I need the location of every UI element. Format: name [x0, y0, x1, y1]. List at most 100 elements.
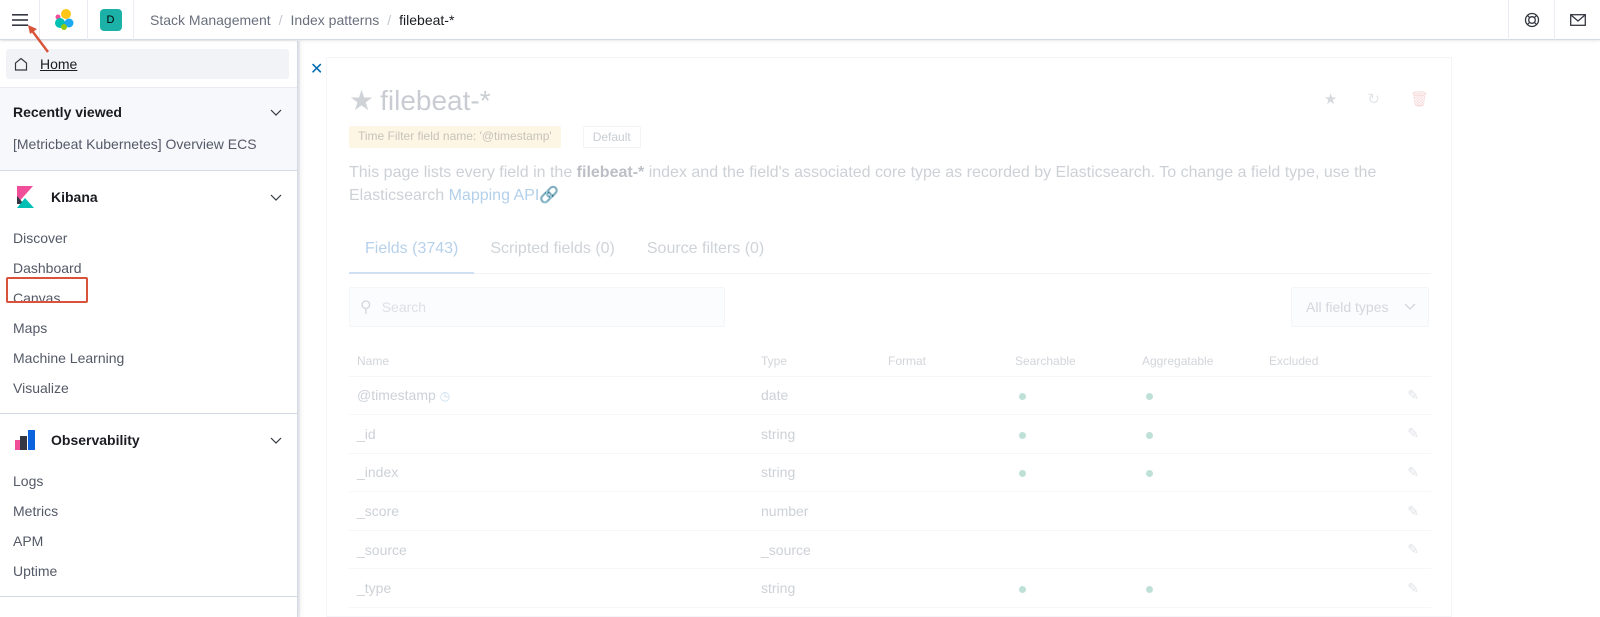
tabs: Fields (3743) Scripted fields (0) Source… [349, 240, 1431, 274]
space-selector[interactable]: D [88, 0, 134, 40]
set-default-button[interactable]: ★ [1324, 90, 1337, 108]
searchable-indicator-icon [1019, 431, 1026, 439]
breadcrumb-stack-management[interactable]: Stack Management [150, 12, 271, 28]
nav-apm[interactable]: APM [0, 526, 297, 556]
field-searchable [1007, 568, 1134, 609]
edit-pencil-icon[interactable]: ✎ [1407, 425, 1419, 441]
nav-machine-learning[interactable]: Machine Learning [0, 343, 297, 373]
edit-pencil-icon[interactable]: ✎ [1407, 464, 1419, 480]
field-searchable [1007, 376, 1134, 416]
observability-toggle[interactable]: Observability [0, 414, 297, 466]
nav-metrics[interactable]: Metrics [0, 496, 297, 526]
page-title: ★ filebeat-* [349, 84, 491, 117]
edit-pencil-icon[interactable]: ✎ [1407, 387, 1419, 403]
recently-viewed-section: Recently viewed [Metricbeat Kubernetes] … [0, 87, 297, 171]
field-name-cell: _score [349, 491, 753, 531]
table-header-row: Name Type Format Searchable Aggregatable… [349, 346, 1431, 377]
breadcrumb-separator: / [278, 11, 283, 28]
field-name: _source [357, 541, 407, 558]
field-type: string [753, 568, 880, 609]
field-type: string [753, 453, 880, 493]
field-format [880, 491, 1007, 531]
field-format [880, 414, 1007, 454]
mapping-api-link[interactable]: Mapping API🔗 [449, 187, 560, 204]
field-type-value: All field types [1306, 299, 1389, 315]
refresh-fields-button[interactable]: ↻ [1367, 90, 1380, 108]
section-title: Recently viewed [13, 104, 122, 120]
col-name[interactable]: Name [349, 346, 753, 377]
field-name-cell: _index [349, 453, 753, 493]
aggregatable-indicator-icon [1146, 431, 1153, 439]
observability-section: Observability Logs Metrics APM Uptime [0, 414, 297, 597]
kibana-toggle[interactable]: Kibana [0, 171, 297, 223]
field-format [880, 568, 1007, 609]
tab-fields[interactable]: Fields (3743) [349, 240, 475, 274]
col-type[interactable]: Type [753, 346, 880, 377]
breadcrumb: Stack Management / Index patterns / file… [134, 12, 1508, 28]
table-row: _source _source ✎ [349, 530, 1431, 570]
title-actions: ★ ↻ 🗑 [1324, 90, 1429, 108]
field-type-select[interactable]: All field types [1291, 287, 1429, 327]
row-actions: ✎ [1388, 376, 1431, 416]
index-pattern-title: filebeat-* [380, 84, 491, 116]
table-row: _id string ✎ [349, 414, 1431, 454]
edit-pencil-icon[interactable]: ✎ [1407, 541, 1419, 557]
field-name: @timestamp [357, 387, 436, 404]
delete-pattern-button[interactable]: 🗑 [1410, 90, 1429, 108]
row-actions: ✎ [1388, 491, 1431, 531]
recent-item[interactable]: [Metricbeat Kubernetes] Overview ECS [0, 136, 297, 170]
home-icon [14, 57, 28, 71]
nav-uptime[interactable]: Uptime [0, 556, 297, 586]
clock-icon: ◷ [439, 389, 451, 404]
aggregatable-indicator-icon [1146, 393, 1153, 401]
breadcrumb-index-patterns[interactable]: Index patterns [291, 12, 380, 28]
help-lifebuoy-icon [1524, 12, 1539, 27]
row-actions: ✎ [1388, 453, 1431, 493]
chevron-down-icon [270, 194, 282, 201]
col-format[interactable]: Format [880, 346, 1007, 377]
annotation-highlight-box [6, 277, 88, 303]
field-format [880, 453, 1007, 493]
field-excluded [1261, 491, 1388, 531]
space-avatar: D [99, 8, 122, 31]
searchable-indicator-icon [1019, 470, 1026, 478]
col-actions [1388, 346, 1431, 377]
external-link-icon: 🔗 [539, 187, 560, 204]
time-filter-badge: Time Filter field name: '@timestamp' [349, 126, 561, 148]
top-header: D Stack Management / Index patterns / fi… [0, 0, 1600, 40]
observability-logo-icon [15, 430, 35, 450]
index-pattern-panel: ★ filebeat-* ★ ↻ 🗑 Time Filter field nam… [326, 57, 1452, 617]
newsfeed-button[interactable] [1554, 0, 1600, 40]
help-button[interactable] [1508, 0, 1554, 40]
field-excluded [1261, 530, 1388, 570]
breadcrumb-current: filebeat-* [399, 11, 455, 28]
default-badge: Default [582, 126, 641, 148]
field-type: string [753, 414, 880, 454]
index-pattern-flyout: ✕ close ★ filebeat-* ★ ↻ 🗑 Time Filter f… [300, 41, 1600, 617]
nav-maps[interactable]: Maps [0, 313, 297, 343]
row-actions: ✎ [1388, 414, 1431, 454]
table-row: _score number ✎ [349, 491, 1431, 531]
nav-visualize[interactable]: Visualize [0, 373, 297, 403]
field-aggregatable [1134, 568, 1261, 609]
edit-pencil-icon[interactable]: ✎ [1407, 580, 1419, 596]
col-aggregatable[interactable]: Aggregatable [1134, 346, 1261, 377]
search-input[interactable]: ⚲ Search [349, 287, 725, 327]
field-name: _score [357, 503, 400, 520]
kibana-logo-icon [17, 186, 34, 208]
col-searchable[interactable]: Searchable [1007, 346, 1134, 377]
nav-discover[interactable]: Discover [0, 223, 297, 253]
nav-home-label: Home [40, 56, 78, 72]
field-name-cell: _source [349, 530, 753, 570]
tab-scripted-fields[interactable]: Scripted fields (0) [474, 240, 631, 274]
col-excluded[interactable]: Excluded [1261, 346, 1388, 377]
recently-viewed-toggle[interactable]: Recently viewed [0, 88, 297, 136]
nav-logs[interactable]: Logs [0, 466, 297, 496]
edit-pencil-icon[interactable]: ✎ [1407, 503, 1419, 519]
field-excluded [1261, 568, 1388, 609]
tab-source-filters[interactable]: Source filters (0) [631, 240, 780, 274]
field-searchable [1007, 491, 1134, 531]
field-searchable [1007, 414, 1134, 454]
field-type: date [753, 376, 880, 416]
field-aggregatable [1134, 414, 1261, 454]
